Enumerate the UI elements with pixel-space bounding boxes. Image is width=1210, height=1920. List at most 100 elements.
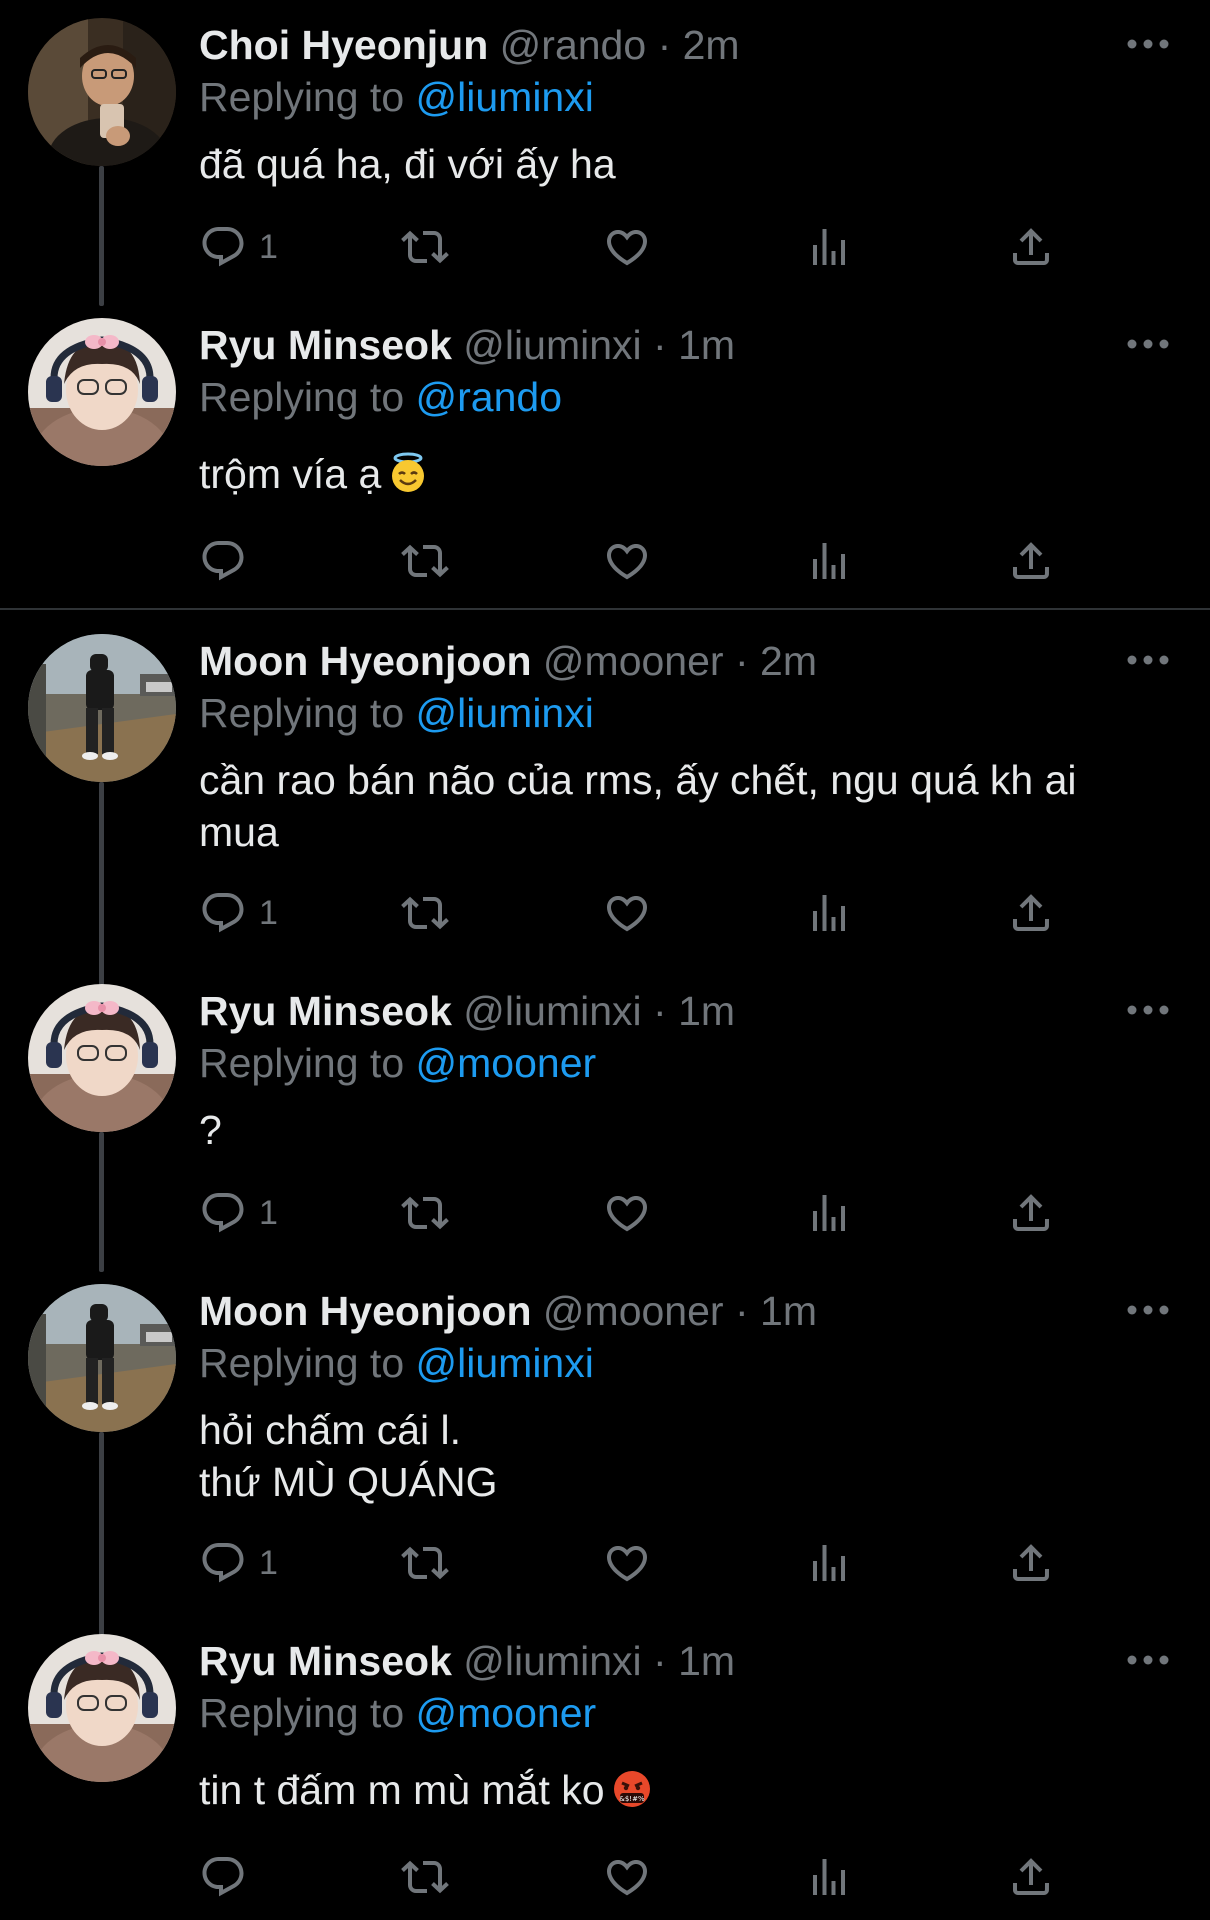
more-icon[interactable] xyxy=(1124,334,1172,354)
reply-icon xyxy=(199,1189,247,1237)
replying-to: Replying to @liuminxi xyxy=(199,688,594,738)
views-icon xyxy=(805,1539,853,1587)
mention-link[interactable]: @mooner xyxy=(416,1690,597,1736)
reply-button[interactable]: 1 xyxy=(199,888,278,938)
like-button[interactable] xyxy=(603,536,651,586)
replying-to: Replying to @liuminxi xyxy=(199,1338,594,1388)
reply-count: 1 xyxy=(259,893,278,932)
share-button[interactable] xyxy=(1007,536,1055,586)
reply-icon xyxy=(199,223,247,271)
reply-icon xyxy=(199,537,247,585)
user-handle[interactable]: @liuminxi xyxy=(463,322,641,368)
more-icon[interactable] xyxy=(1124,650,1172,670)
display-name[interactable]: Moon Hyeonjoon xyxy=(199,638,532,684)
retweet-icon xyxy=(401,223,449,271)
retweet-icon xyxy=(401,889,449,937)
replying-to: Replying to @mooner xyxy=(199,1688,596,1738)
display-name[interactable]: Ryu Minseok xyxy=(199,988,452,1034)
timestamp[interactable]: 2m xyxy=(760,638,817,684)
like-button[interactable] xyxy=(603,1852,651,1902)
heart-icon xyxy=(603,223,651,271)
views-button[interactable] xyxy=(805,536,853,586)
retweet-button[interactable] xyxy=(401,888,449,938)
avatar[interactable] xyxy=(28,18,176,166)
like-button[interactable] xyxy=(603,222,651,272)
retweet-button[interactable] xyxy=(401,1188,449,1238)
share-button[interactable] xyxy=(1007,888,1055,938)
retweet-button[interactable] xyxy=(401,222,449,272)
avatar[interactable] xyxy=(28,318,176,466)
mention-link[interactable]: @liuminxi xyxy=(416,690,594,736)
tweet-text: ? xyxy=(199,1107,222,1153)
retweet-icon xyxy=(401,1853,449,1901)
replying-to-label: Replying to xyxy=(199,690,405,736)
face-with-symbols-on-mouth-icon: &$!#% xyxy=(611,1768,653,1822)
heart-icon xyxy=(603,889,651,937)
retweet-button[interactable] xyxy=(401,1538,449,1588)
mention-link[interactable]: @mooner xyxy=(416,1040,597,1086)
views-button[interactable] xyxy=(805,888,853,938)
views-icon xyxy=(805,537,853,585)
like-button[interactable] xyxy=(603,888,651,938)
user-handle[interactable]: @liuminxi xyxy=(463,1638,641,1684)
display-name[interactable]: Ryu Minseok xyxy=(199,322,452,368)
views-button[interactable] xyxy=(805,222,853,272)
user-handle[interactable]: @mooner xyxy=(543,1288,724,1334)
more-icon[interactable] xyxy=(1124,34,1172,54)
views-button[interactable] xyxy=(805,1852,853,1902)
avatar[interactable] xyxy=(28,1634,176,1782)
more-icon[interactable] xyxy=(1124,1000,1172,1020)
avatar[interactable] xyxy=(28,634,176,782)
thread-connector xyxy=(99,782,104,994)
retweet-button[interactable] xyxy=(401,1852,449,1902)
reply-button[interactable] xyxy=(199,536,259,586)
tweet-header: Ryu Minseok @liuminxi · 1m xyxy=(199,986,1210,1036)
reply-thread-feed: Choi Hyeonjun @rando · 2m Replying to @l… xyxy=(0,0,1210,1920)
timestamp[interactable]: 1m xyxy=(678,1638,735,1684)
timestamp[interactable]: 1m xyxy=(678,988,735,1034)
display-name[interactable]: Moon Hyeonjoon xyxy=(199,1288,532,1334)
share-icon xyxy=(1007,889,1055,937)
timestamp[interactable]: 2m xyxy=(683,22,740,68)
reply-count: 1 xyxy=(259,1193,278,1232)
user-handle[interactable]: @rando xyxy=(500,22,646,68)
replying-to-label: Replying to xyxy=(199,374,405,420)
separator-dot: · xyxy=(653,322,667,368)
retweet-button[interactable] xyxy=(401,536,449,586)
display-name[interactable]: Choi Hyeonjun xyxy=(199,22,488,68)
reply-button[interactable] xyxy=(199,1852,259,1902)
share-button[interactable] xyxy=(1007,1188,1055,1238)
timestamp[interactable]: 1m xyxy=(760,1288,817,1334)
reply-button[interactable]: 1 xyxy=(199,1538,278,1588)
user-handle[interactable]: @liuminxi xyxy=(463,988,641,1034)
views-button[interactable] xyxy=(805,1538,853,1588)
like-button[interactable] xyxy=(603,1538,651,1588)
tweet-header: Ryu Minseok @liuminxi · 1m xyxy=(199,320,1210,370)
separator-dot: · xyxy=(653,988,667,1034)
avatar[interactable] xyxy=(28,1284,176,1432)
views-button[interactable] xyxy=(805,1188,853,1238)
tweet-actions: 1 xyxy=(199,222,1079,272)
tweet-actions xyxy=(199,1852,1079,1902)
views-icon xyxy=(805,1189,853,1237)
more-icon[interactable] xyxy=(1124,1300,1172,1320)
reply-button[interactable]: 1 xyxy=(199,1188,278,1238)
heart-icon xyxy=(603,1189,651,1237)
share-button[interactable] xyxy=(1007,222,1055,272)
more-icon[interactable] xyxy=(1124,1650,1172,1670)
tweet-header: Moon Hyeonjoon @mooner · 2m xyxy=(199,636,1210,686)
tweet-header: Moon Hyeonjoon @mooner · 1m xyxy=(199,1286,1210,1336)
mention-link[interactable]: @rando xyxy=(416,374,562,420)
mention-link[interactable]: @liuminxi xyxy=(416,1340,594,1386)
mention-link[interactable]: @liuminxi xyxy=(416,74,594,120)
reply-button[interactable]: 1 xyxy=(199,222,278,272)
share-button[interactable] xyxy=(1007,1852,1055,1902)
tweet-text-line: mua xyxy=(199,809,279,855)
retweet-icon xyxy=(401,537,449,585)
share-button[interactable] xyxy=(1007,1538,1055,1588)
user-handle[interactable]: @mooner xyxy=(543,638,724,684)
avatar[interactable] xyxy=(28,984,176,1132)
like-button[interactable] xyxy=(603,1188,651,1238)
timestamp[interactable]: 1m xyxy=(678,322,735,368)
display-name[interactable]: Ryu Minseok xyxy=(199,1638,452,1684)
